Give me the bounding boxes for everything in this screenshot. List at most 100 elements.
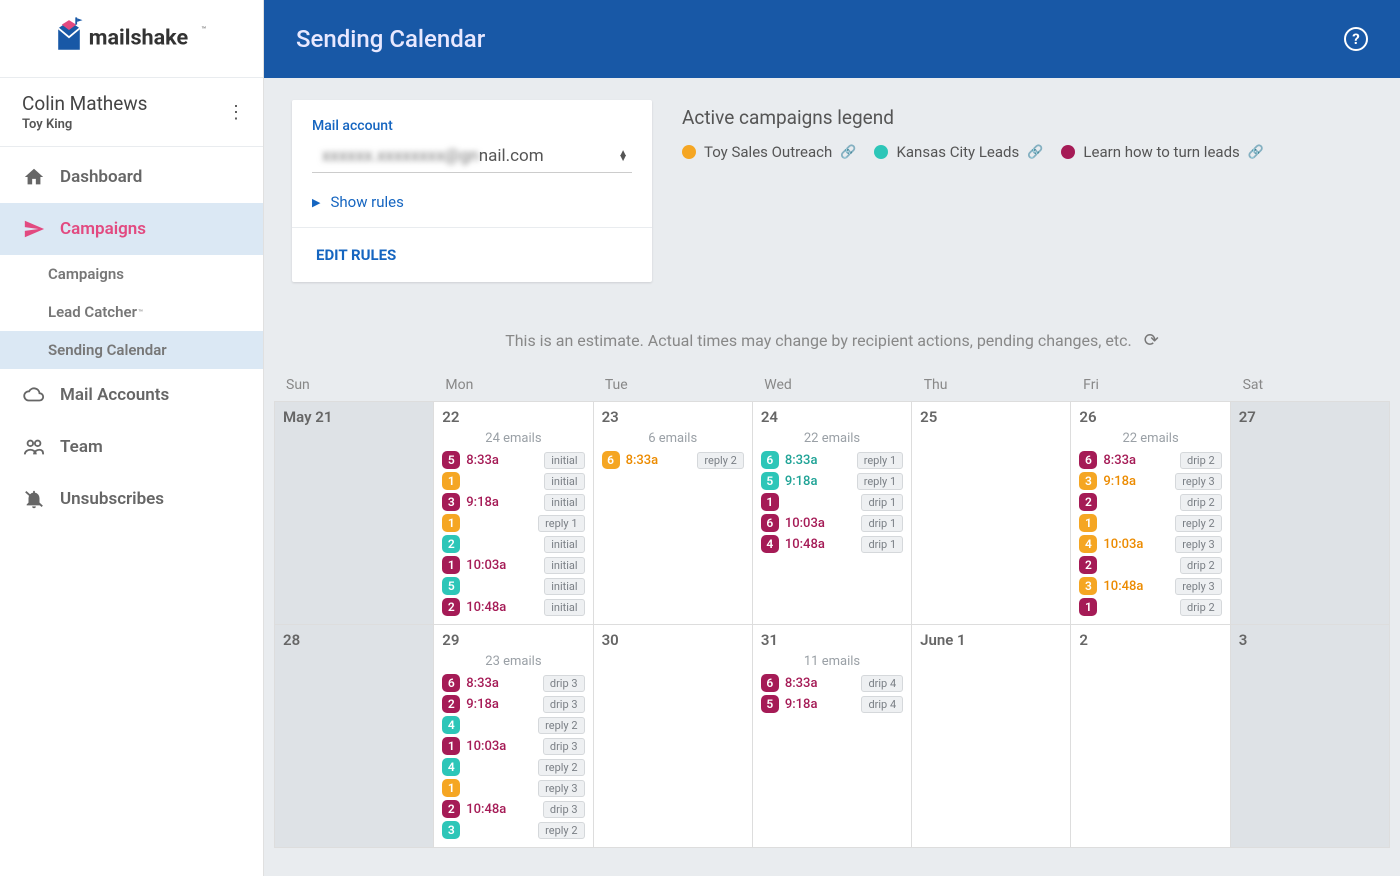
event-chip: drip 3 xyxy=(543,675,585,692)
calendar-cell[interactable]: 3 xyxy=(1231,625,1390,848)
event-row[interactable]: 110:03ainitial xyxy=(442,556,584,574)
event-row[interactable]: 59:18adrip 4 xyxy=(761,695,903,713)
subnav-lead-catcher[interactable]: Lead Catcher™ xyxy=(0,293,263,331)
event-row[interactable]: 1 reply 3 xyxy=(442,779,584,797)
subnav-sending-calendar[interactable]: Sending Calendar xyxy=(0,331,263,369)
event-row[interactable]: 29:18adrip 3 xyxy=(442,695,584,713)
event-row[interactable]: 2drip 2 xyxy=(1079,493,1221,511)
nav-label: Dashboard xyxy=(60,167,142,187)
event-badge: 4 xyxy=(442,758,460,776)
link-icon[interactable]: 🔗 xyxy=(1248,145,1264,160)
event-row[interactable]: 5initial xyxy=(442,577,584,595)
event-row[interactable]: 2drip 2 xyxy=(1079,556,1221,574)
event-row[interactable]: 3reply 2 xyxy=(442,821,584,839)
event-row[interactable]: 58:33ainitial xyxy=(442,451,584,469)
event-row[interactable]: 1 drip 1 xyxy=(761,493,903,511)
event-time: 8:33a xyxy=(785,453,818,468)
nav-dashboard[interactable]: Dashboard xyxy=(0,151,263,203)
event-chip: drip 1 xyxy=(861,494,903,511)
main: Sending Calendar ? Mail account xxxxxx.x… xyxy=(264,0,1400,876)
event-row[interactable]: 410:03areply 3 xyxy=(1079,535,1221,553)
nav-unsubscribes[interactable]: Unsubscribes xyxy=(0,473,263,525)
calendar-cell[interactable]: May 21 xyxy=(275,402,434,625)
calendar-cell[interactable]: 30 xyxy=(594,625,753,848)
event-chip: reply 1 xyxy=(857,452,903,469)
estimate-note: This is an estimate. Actual times may ch… xyxy=(264,282,1400,369)
event-chip: drip 1 xyxy=(861,536,903,553)
event-row[interactable]: 1reply 2 xyxy=(1079,514,1221,532)
event-row[interactable]: 68:33areply 1 xyxy=(761,451,903,469)
event-chip: drip 2 xyxy=(1180,557,1222,574)
event-row[interactable]: 610:03adrip 1 xyxy=(761,514,903,532)
event-row[interactable]: 39:18ainitial xyxy=(442,493,584,511)
calendar-cell[interactable]: 3111 emails68:33adrip 459:18adrip 4 xyxy=(753,625,912,848)
event-row[interactable]: 59:18areply 1 xyxy=(761,472,903,490)
calendar-cell[interactable]: 2422 emails68:33areply 159:18areply 11dr… xyxy=(753,402,912,625)
link-icon[interactable]: 🔗 xyxy=(840,145,856,160)
calendar-cell[interactable]: 25 xyxy=(912,402,1071,625)
cell-date: 29 xyxy=(442,631,584,649)
event-row[interactable]: 1reply 1 xyxy=(442,514,584,532)
team-icon xyxy=(22,435,46,459)
event-time: 9:18a xyxy=(1103,474,1136,489)
calendar-cell[interactable]: 2622 emails68:33adrip 239:18areply 32dri… xyxy=(1071,402,1230,625)
cell-date: 27 xyxy=(1239,408,1381,426)
event-time: 10:48a xyxy=(466,600,506,615)
nav-label: Mail Accounts xyxy=(60,385,169,405)
event-row[interactable]: 2initial xyxy=(442,535,584,553)
event-row[interactable]: 210:48adrip 3 xyxy=(442,800,584,818)
user-menu-icon[interactable]: ⋮ xyxy=(227,102,245,123)
event-time: 9:18a xyxy=(466,495,499,510)
calendar-cell[interactable]: June 1 xyxy=(912,625,1071,848)
calendar-cell[interactable]: 236 emails68:33areply 2 xyxy=(594,402,753,625)
event-chip: reply 3 xyxy=(538,780,584,797)
event-row[interactable]: 110:03adrip 3 xyxy=(442,737,584,755)
logo[interactable]: mailshake ™ xyxy=(0,0,263,78)
cell-date: 28 xyxy=(283,631,425,649)
edit-rules-button[interactable]: EDIT RULES xyxy=(292,227,652,282)
event-badge: 1 xyxy=(442,779,460,797)
event-row[interactable]: 68:33adrip 3 xyxy=(442,674,584,692)
calendar-cell[interactable]: 28 xyxy=(275,625,434,848)
topbar: Sending Calendar ? xyxy=(264,0,1400,78)
mail-account-select[interactable]: xxxxxx.xxxxxxxx@gnnail.com ▲▼ xyxy=(312,144,632,173)
event-row[interactable]: 68:33areply 2 xyxy=(602,451,744,469)
help-icon[interactable]: ? xyxy=(1344,27,1368,51)
event-row[interactable]: 1drip 2 xyxy=(1079,598,1221,616)
event-row[interactable]: 210:48ainitial xyxy=(442,598,584,616)
team-name: Toy King xyxy=(22,117,147,132)
event-row[interactable]: 410:48adrip 1 xyxy=(761,535,903,553)
event-row[interactable]: 1initial xyxy=(442,472,584,490)
chevron-updown-icon: ▲▼ xyxy=(618,151,628,161)
nav-team[interactable]: Team xyxy=(0,421,263,473)
calendar-cell[interactable]: 2224 emails58:33ainitial1initial39:18ain… xyxy=(434,402,593,625)
event-chip: drip 4 xyxy=(861,696,903,713)
event-chip: initial xyxy=(544,494,584,511)
calendar-cell[interactable]: 2923 emails68:33adrip 329:18adrip 34repl… xyxy=(434,625,593,848)
nav-mail-accounts[interactable]: Mail Accounts xyxy=(0,369,263,421)
event-time: 10:03a xyxy=(466,739,506,754)
event-row[interactable]: 4 reply 2 xyxy=(442,758,584,776)
event-time: 10:48a xyxy=(466,802,506,817)
event-row[interactable]: 68:33adrip 2 xyxy=(1079,451,1221,469)
link-icon[interactable]: 🔗 xyxy=(1027,145,1043,160)
event-time: 10:48a xyxy=(1103,579,1143,594)
calendar-cell[interactable]: 27 xyxy=(1231,402,1390,625)
send-icon xyxy=(22,217,46,241)
subnav-campaigns[interactable]: Campaigns xyxy=(0,255,263,293)
show-rules-toggle[interactable]: ▶ Show rules xyxy=(312,187,632,227)
nav-campaigns[interactable]: Campaigns xyxy=(0,203,263,255)
event-chip: reply 3 xyxy=(1175,473,1221,490)
refresh-icon[interactable]: ⟳ xyxy=(1144,330,1159,351)
event-row[interactable]: 39:18areply 3 xyxy=(1079,472,1221,490)
event-badge: 6 xyxy=(761,514,779,532)
cell-date: 31 xyxy=(761,631,903,649)
email-count: 6 emails xyxy=(602,431,744,446)
legend-dot-icon xyxy=(874,145,888,159)
event-row[interactable]: 310:48areply 3 xyxy=(1079,577,1221,595)
event-row[interactable]: 68:33adrip 4 xyxy=(761,674,903,692)
event-row[interactable]: 4reply 2 xyxy=(442,716,584,734)
calendar-cell[interactable]: 2 xyxy=(1071,625,1230,848)
event-chip: reply 2 xyxy=(538,759,584,776)
event-badge: 1 xyxy=(761,493,779,511)
